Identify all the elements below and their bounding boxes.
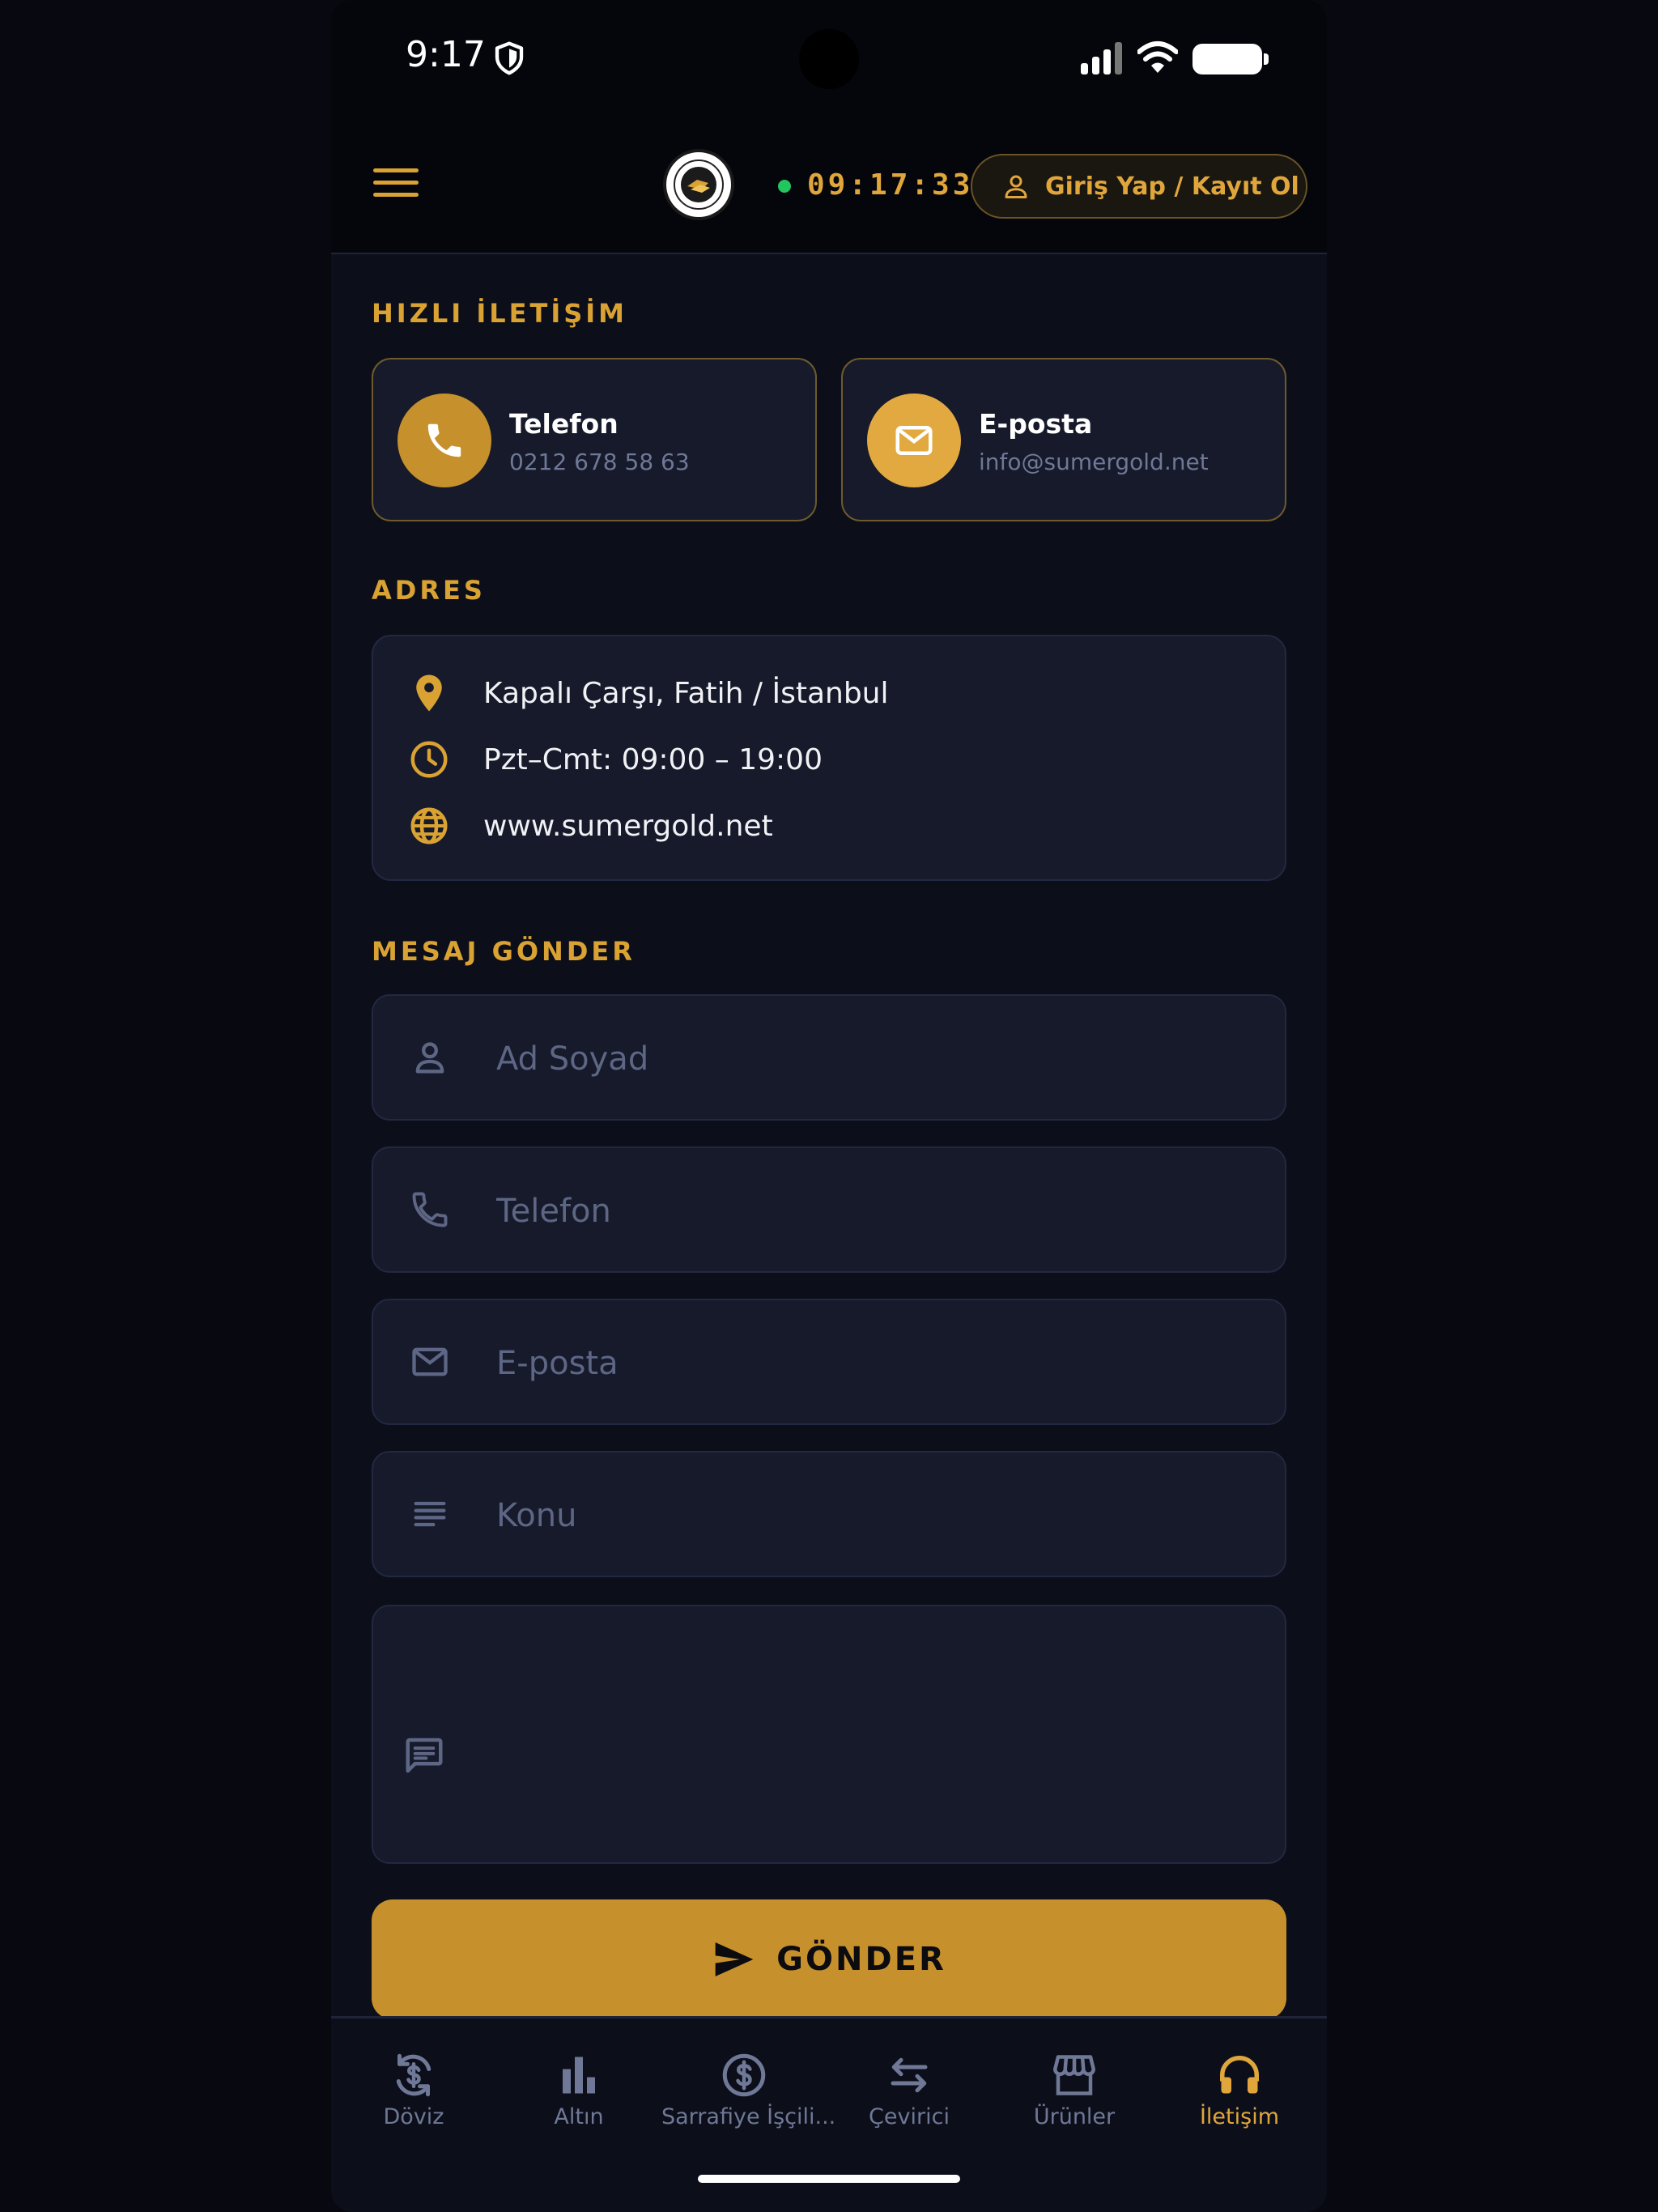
address-hours-text: Pzt–Cmt: 09:00 – 19:00 — [483, 742, 823, 776]
location-pin-icon — [416, 674, 442, 712]
home-indicator[interactable] — [698, 2175, 960, 2183]
mail-outline-icon — [412, 1347, 448, 1376]
nav-item-iletisim[interactable]: İletişim — [1157, 2051, 1322, 2148]
user-icon — [1005, 175, 1027, 198]
currency-exchange-icon — [396, 2053, 432, 2097]
signal-icon — [1081, 42, 1122, 74]
person-icon — [415, 1042, 444, 1074]
mail-icon — [895, 426, 933, 455]
battery-icon — [1192, 44, 1269, 74]
nav-label-doviz: Döviz — [383, 2104, 444, 2129]
login-register-label: Giriş Yap / Kayıt Ol — [1045, 172, 1299, 201]
address-title: ADRES — [372, 575, 486, 606]
nav-label-urunler: Ürünler — [1033, 2104, 1116, 2129]
message-icon — [406, 1738, 443, 1773]
name-input[interactable] — [496, 1028, 1257, 1090]
subject-lines-icon — [414, 1501, 446, 1527]
email-card-title: E-posta — [979, 408, 1093, 440]
nav-label-cevirici: Çevirici — [869, 2104, 950, 2129]
subject-input[interactable] — [496, 1485, 1257, 1546]
phone-circle — [397, 393, 491, 487]
message-textarea[interactable] — [470, 1631, 1264, 1841]
login-register-button[interactable]: Giriş Yap / Kayıt Ol — [971, 154, 1307, 219]
phone-field[interactable] — [372, 1146, 1286, 1273]
quick-contact-title: HIZLI İLETİŞİM — [372, 298, 628, 329]
send-icon — [715, 1942, 754, 1976]
nav-item-urunler[interactable]: Ürünler — [992, 2051, 1157, 2148]
send-button-label: GÖNDER — [776, 1941, 946, 1978]
phone-input[interactable] — [496, 1180, 1257, 1242]
dollar-circle-icon — [722, 2053, 766, 2097]
nav-item-cevirici[interactable]: Çevirici — [827, 2051, 992, 2148]
wifi-icon — [1137, 41, 1178, 73]
message-field[interactable] — [372, 1605, 1286, 1864]
phone-card-title: Telefon — [509, 408, 619, 440]
phone-contact-card[interactable]: Telefon 0212 678 58 63 — [372, 358, 817, 521]
front-camera — [799, 29, 859, 89]
nav-label-altin: Altın — [554, 2104, 604, 2129]
nav-item-altin[interactable]: Altın — [496, 2051, 661, 2148]
email-input[interactable] — [496, 1333, 1257, 1394]
phone-card-number: 0212 678 58 63 — [509, 449, 690, 475]
address-website-link[interactable]: www.sumergold.net — [483, 810, 773, 843]
menu-icon — [373, 168, 419, 172]
email-contact-card[interactable]: E-posta info@sumergold.net — [841, 358, 1286, 521]
phone-outline-icon — [412, 1192, 448, 1227]
address-website-row[interactable]: www.sumergold.net — [407, 802, 773, 850]
phone-icon — [427, 423, 461, 457]
email-card-address: info@sumergold.net — [979, 449, 1209, 475]
brand-logo[interactable] — [663, 149, 734, 220]
message-form-title: MESAJ GÖNDER — [372, 936, 636, 967]
nav-label-sarrafiye: Sarrafiye İşçili... — [661, 2104, 836, 2129]
phone-screen: 9:17 09:17:33 Giriş Yap / Kayıt Ol HIZLI… — [331, 0, 1327, 2212]
nav-item-sarrafiye[interactable]: Sarrafiye İşçili... — [661, 2051, 836, 2148]
bar-chart-icon — [563, 2057, 595, 2094]
status-bar: 9:17 — [331, 0, 1327, 121]
address-location-text: Kapalı Çarşı, Fatih / İstanbul — [483, 676, 889, 710]
headset-icon — [1220, 2056, 1259, 2094]
status-time: 9:17 — [406, 34, 486, 75]
email-circle — [867, 393, 961, 487]
swap-arrows-icon — [891, 2057, 928, 2093]
store-icon — [1053, 2055, 1095, 2095]
address-location-row: Kapalı Çarşı, Fatih / İstanbul — [407, 669, 888, 717]
live-indicator — [778, 180, 791, 193]
address-hours-row: Pzt–Cmt: 09:00 – 19:00 — [407, 735, 823, 784]
app-header: 09:17:33 Giriş Yap / Kayıt Ol — [331, 121, 1327, 254]
nav-item-doviz[interactable]: Döviz — [331, 2051, 496, 2148]
globe-icon — [410, 807, 448, 844]
send-button[interactable]: GÖNDER — [372, 1899, 1286, 2019]
address-card: Kapalı Çarşı, Fatih / İstanbul Pzt–Cmt: … — [372, 635, 1286, 881]
email-field[interactable] — [372, 1299, 1286, 1425]
name-field[interactable] — [372, 994, 1286, 1121]
clock-icon — [410, 741, 448, 778]
shield-icon — [495, 41, 524, 75]
menu-button[interactable] — [373, 168, 419, 204]
nav-label-iletisim: İletişim — [1199, 2104, 1280, 2129]
subject-field[interactable] — [372, 1451, 1286, 1577]
logo-emblem-icon — [668, 154, 729, 215]
live-clock: 09:17:33 — [807, 168, 974, 202]
